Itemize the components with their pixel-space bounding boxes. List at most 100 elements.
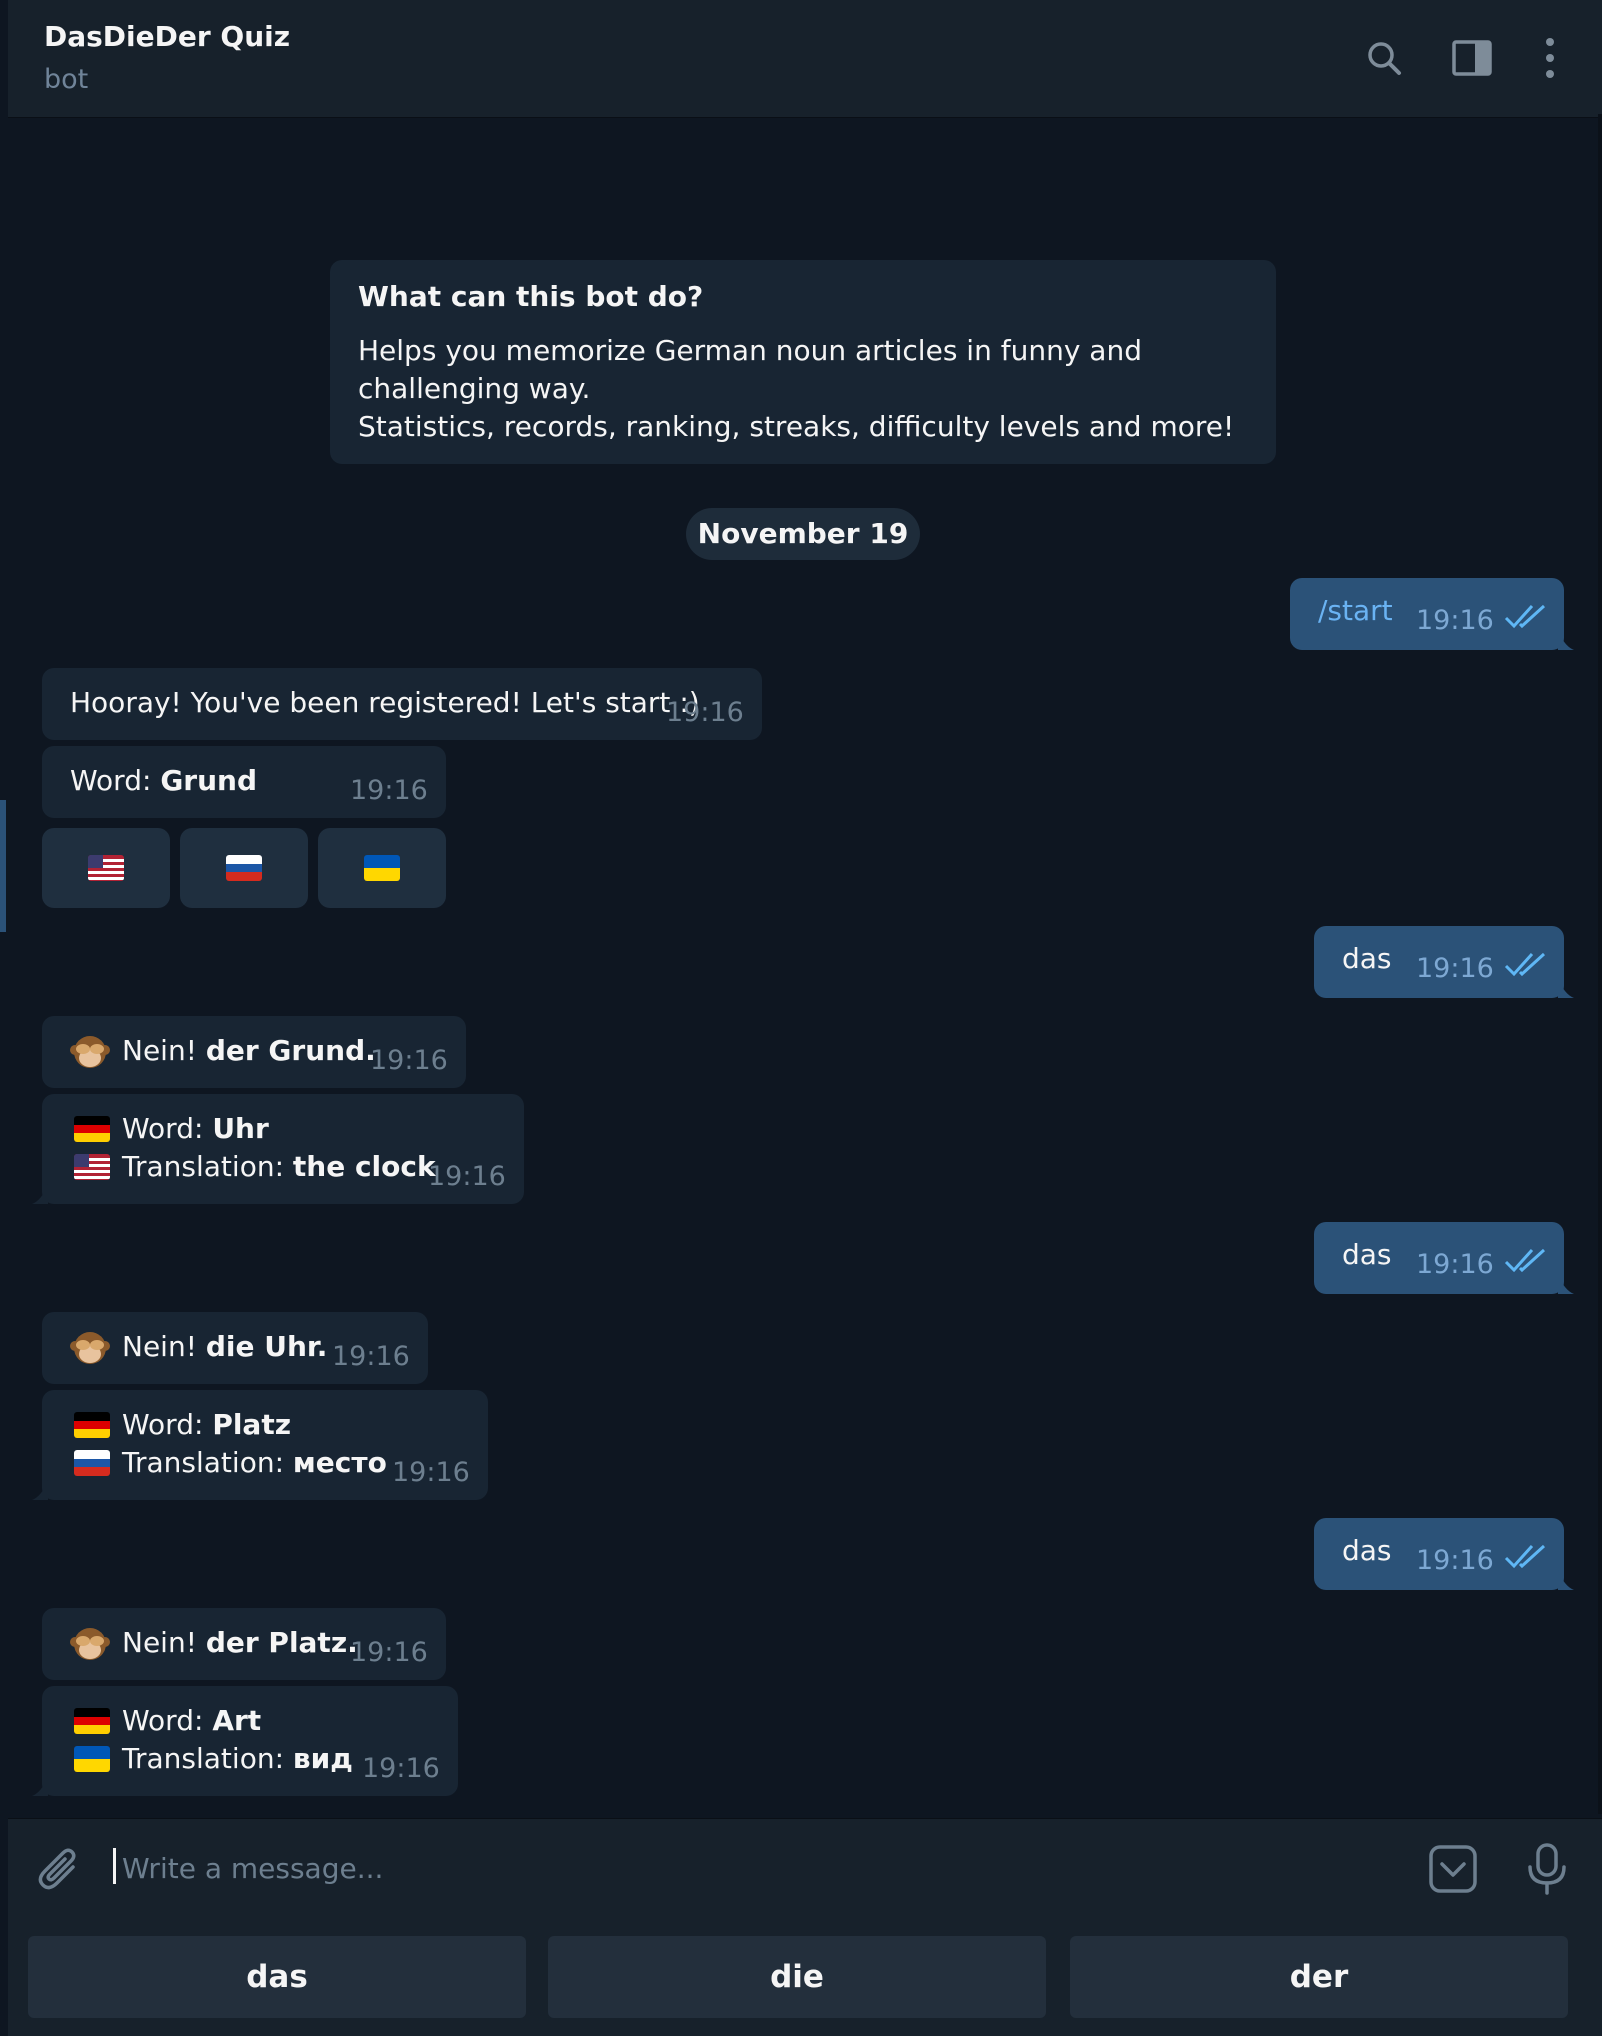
inline-button-english[interactable] — [42, 828, 170, 908]
punctuation: . — [316, 1330, 328, 1363]
read-checkmarks-icon — [1504, 1544, 1546, 1569]
message-time: 19:16 — [332, 1341, 410, 1372]
incoming-message[interactable]: Nein! der Grund. 19:16 — [42, 1016, 466, 1088]
flag-de-icon — [74, 1116, 110, 1142]
see-no-evil-monkey-icon — [70, 1628, 110, 1660]
scrollbar-track[interactable] — [1598, 114, 1602, 1814]
translation-label: Translation: — [122, 1446, 293, 1479]
message-text: Hooray! You've been registered! Let's st… — [70, 686, 700, 719]
search-icon[interactable] — [1360, 34, 1408, 82]
bot-intro-line-1: Helps you memorize German noun articles … — [358, 334, 1142, 405]
see-no-evil-monkey-icon — [70, 1036, 110, 1068]
bubble-tail — [1558, 978, 1574, 998]
outgoing-message[interactable]: das 19:16 — [1314, 1518, 1574, 1590]
telegram-chat-window: DasDieDer Quiz bot What can this bot do?… — [0, 0, 1602, 2036]
word-line: Word: Uhr — [122, 1110, 269, 1148]
incoming-message[interactable]: Word: Art Translation: вид 19:16 — [32, 1686, 458, 1796]
incoming-message[interactable]: Word: Grund 19:16 — [42, 746, 446, 818]
incoming-message[interactable]: Nein! der Platz. 19:16 — [42, 1608, 446, 1680]
word-label: Word: — [122, 1408, 213, 1441]
flag-us-icon — [74, 1154, 110, 1180]
inline-button-ukrainian[interactable] — [318, 828, 446, 908]
flag-de-icon — [74, 1708, 110, 1734]
inline-button-russian[interactable] — [180, 828, 308, 908]
bot-intro-line-2: Statistics, records, ranking, streaks, d… — [358, 410, 1235, 443]
translation-label: Translation: — [122, 1150, 293, 1183]
reply-button-die[interactable]: die — [548, 1936, 1046, 2018]
incoming-message[interactable]: Word: Platz Translation: место 19:16 — [32, 1390, 488, 1500]
bot-keyboard-toggle-icon[interactable] — [1426, 1842, 1480, 1896]
message-text: Nein! die Uhr. — [122, 1328, 327, 1366]
message-text: das — [1342, 942, 1392, 975]
read-checkmarks-icon — [1504, 1248, 1546, 1273]
bot-intro-card: What can this bot do? Helps you memorize… — [330, 260, 1276, 464]
message-time: 19:16 — [370, 1045, 448, 1076]
verdict-label: Nein! — [122, 1330, 206, 1363]
message-time: 19:16 — [1416, 1249, 1494, 1280]
message-time: 19:16 — [1416, 1545, 1494, 1576]
message-time: 19:16 — [362, 1753, 440, 1784]
outgoing-message[interactable]: /start 19:16 — [1290, 578, 1574, 650]
translation-value: место — [292, 1446, 387, 1479]
message-time: 19:16 — [350, 1637, 428, 1668]
translation-line: Translation: вид — [122, 1740, 353, 1778]
message-time: 19:16 — [666, 697, 744, 728]
sidebar-toggle-icon[interactable] — [1448, 34, 1496, 82]
chat-subtitle: bot — [44, 64, 89, 95]
bubble-tail — [1558, 1570, 1574, 1590]
message-text: das — [1342, 1534, 1392, 1567]
word-value: Grund — [160, 764, 258, 797]
message-time: 19:16 — [1416, 605, 1494, 636]
message-time: 19:16 — [392, 1457, 470, 1488]
bubble-tail — [1558, 1274, 1574, 1294]
word-value: Platz — [212, 1408, 292, 1441]
read-checkmarks-icon — [1504, 952, 1546, 977]
outgoing-message[interactable]: das 19:16 — [1314, 1222, 1574, 1294]
message-input[interactable] — [122, 1848, 1322, 1888]
bubble-tail — [32, 1184, 48, 1204]
word-label: Word: — [122, 1112, 213, 1145]
correct-answer: die Uhr — [205, 1330, 317, 1363]
translation-line: Translation: the clock — [122, 1148, 436, 1186]
message-time: 19:16 — [350, 775, 428, 806]
chat-title[interactable]: DasDieDer Quiz — [44, 20, 290, 53]
flag-ru-icon — [226, 855, 262, 881]
verdict-label: Nein! — [122, 1626, 206, 1659]
word-line: Word: Art — [122, 1702, 261, 1740]
attach-paperclip-icon[interactable] — [32, 1842, 86, 1896]
reply-button-das[interactable]: das — [28, 1936, 526, 2018]
message-text: Nein! der Platz. — [122, 1624, 358, 1662]
bot-intro-title: What can this bot do? — [358, 280, 704, 313]
message-text: Word: Grund — [70, 762, 257, 800]
flag-ru-icon — [74, 1450, 110, 1476]
translation-value: вид — [292, 1742, 353, 1775]
flag-ua-icon — [74, 1746, 110, 1772]
word-line: Word: Platz — [122, 1406, 291, 1444]
correct-answer: der Grund — [205, 1034, 366, 1067]
chat-header[interactable]: DasDieDer Quiz bot — [8, 0, 1602, 118]
text-cursor — [113, 1848, 116, 1884]
incoming-message[interactable]: Hooray! You've been registered! Let's st… — [42, 668, 762, 740]
verdict-label: Nein! — [122, 1034, 206, 1067]
message-text: das — [1342, 1238, 1392, 1271]
message-text: Nein! der Grund. — [122, 1032, 376, 1070]
translation-label: Translation: — [122, 1742, 293, 1775]
bubble-tail — [32, 1776, 48, 1796]
more-options-icon[interactable] — [1526, 34, 1574, 82]
outgoing-message[interactable]: das 19:16 — [1314, 926, 1574, 998]
incoming-message[interactable]: Nein! die Uhr. 19:16 — [42, 1312, 428, 1384]
translation-line: Translation: место — [122, 1444, 387, 1482]
unread-marker — [0, 800, 6, 932]
bot-command-link[interactable]: /start — [1318, 592, 1393, 630]
incoming-message[interactable]: Word: Uhr Translation: the clock 19:16 — [32, 1094, 524, 1204]
word-value: Uhr — [212, 1112, 269, 1145]
reply-button-der[interactable]: der — [1070, 1936, 1568, 2018]
bot-intro-description: Helps you memorize German noun articles … — [358, 332, 1258, 446]
flag-ua-icon — [364, 855, 400, 881]
see-no-evil-monkey-icon — [70, 1332, 110, 1364]
bubble-tail — [1558, 630, 1574, 650]
microphone-icon[interactable] — [1520, 1842, 1574, 1896]
flag-us-icon — [88, 855, 124, 881]
message-time: 19:16 — [428, 1161, 506, 1192]
word-label: Word: — [70, 764, 161, 797]
